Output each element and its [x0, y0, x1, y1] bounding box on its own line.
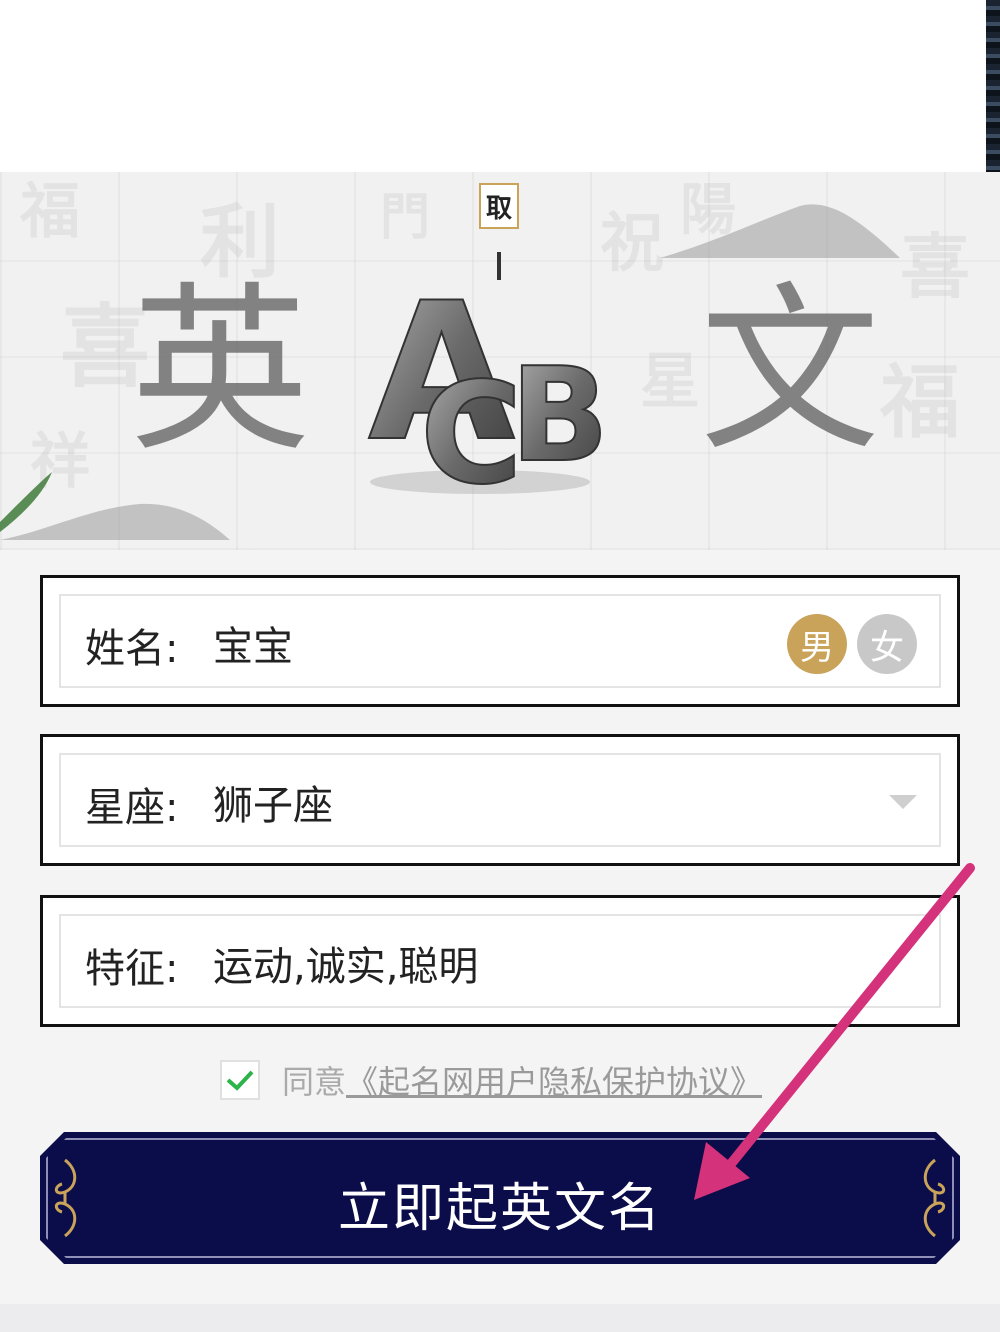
bg-glyph: 門: [380, 187, 430, 246]
traits-label: 特征:: [85, 946, 179, 992]
check-icon: [226, 1070, 254, 1091]
leaf-decoration: [0, 472, 52, 532]
privacy-agreement-link[interactable]: 《起名网用户隐私保护协议》: [346, 1057, 762, 1103]
generate-english-name-button[interactable]: 立即起英文名: [40, 1132, 960, 1264]
field-inner-frame: [59, 753, 941, 847]
bg-glyph: 福: [20, 177, 80, 247]
name-field[interactable]: 姓名: 宝宝 男 女: [40, 575, 960, 707]
seal-stamp: 取: [479, 183, 519, 229]
agreement-row: 同意 《起名网用户隐私保护协议》: [220, 1058, 762, 1102]
agreement-prefix: 同意: [282, 1063, 347, 1101]
gender-male-button[interactable]: 男: [787, 614, 847, 674]
top-blank-area: [0, 0, 986, 172]
name-label: 姓名:: [85, 626, 179, 672]
banner-char-right: 文: [700, 267, 881, 476]
bottom-strip: [0, 1304, 1000, 1332]
zodiac-select[interactable]: 星座: 狮子座: [40, 734, 960, 866]
field-inner-frame: [59, 914, 941, 1008]
logo-letter-b: B: [510, 339, 609, 491]
submit-label: 立即起英文名: [337, 1179, 662, 1239]
bg-glyph: 喜: [900, 225, 970, 308]
traits-field[interactable]: 特征: 运动,诚实,聪明: [40, 895, 960, 1027]
logo-letter-c: C: [420, 353, 523, 500]
zodiac-value[interactable]: 狮子座: [213, 773, 333, 831]
gender-female-button[interactable]: 女: [857, 614, 917, 674]
caret-down-icon[interactable]: [889, 795, 917, 809]
bg-glyph: 祝: [600, 206, 664, 281]
mountain-ink-right: [660, 204, 900, 258]
banner-char-left: 英: [130, 267, 311, 476]
traits-input[interactable]: 运动,诚实,聪明: [213, 934, 478, 992]
edge-image-strip: [986, 0, 1000, 172]
abc-logo-art: A B C: [367, 270, 610, 500]
bg-glyph: 福: [880, 355, 960, 449]
name-input[interactable]: 宝宝: [213, 614, 293, 672]
bg-glyph: 星: [640, 347, 700, 417]
zodiac-label: 星座:: [85, 785, 179, 831]
agreement-checkbox[interactable]: [220, 1060, 260, 1100]
